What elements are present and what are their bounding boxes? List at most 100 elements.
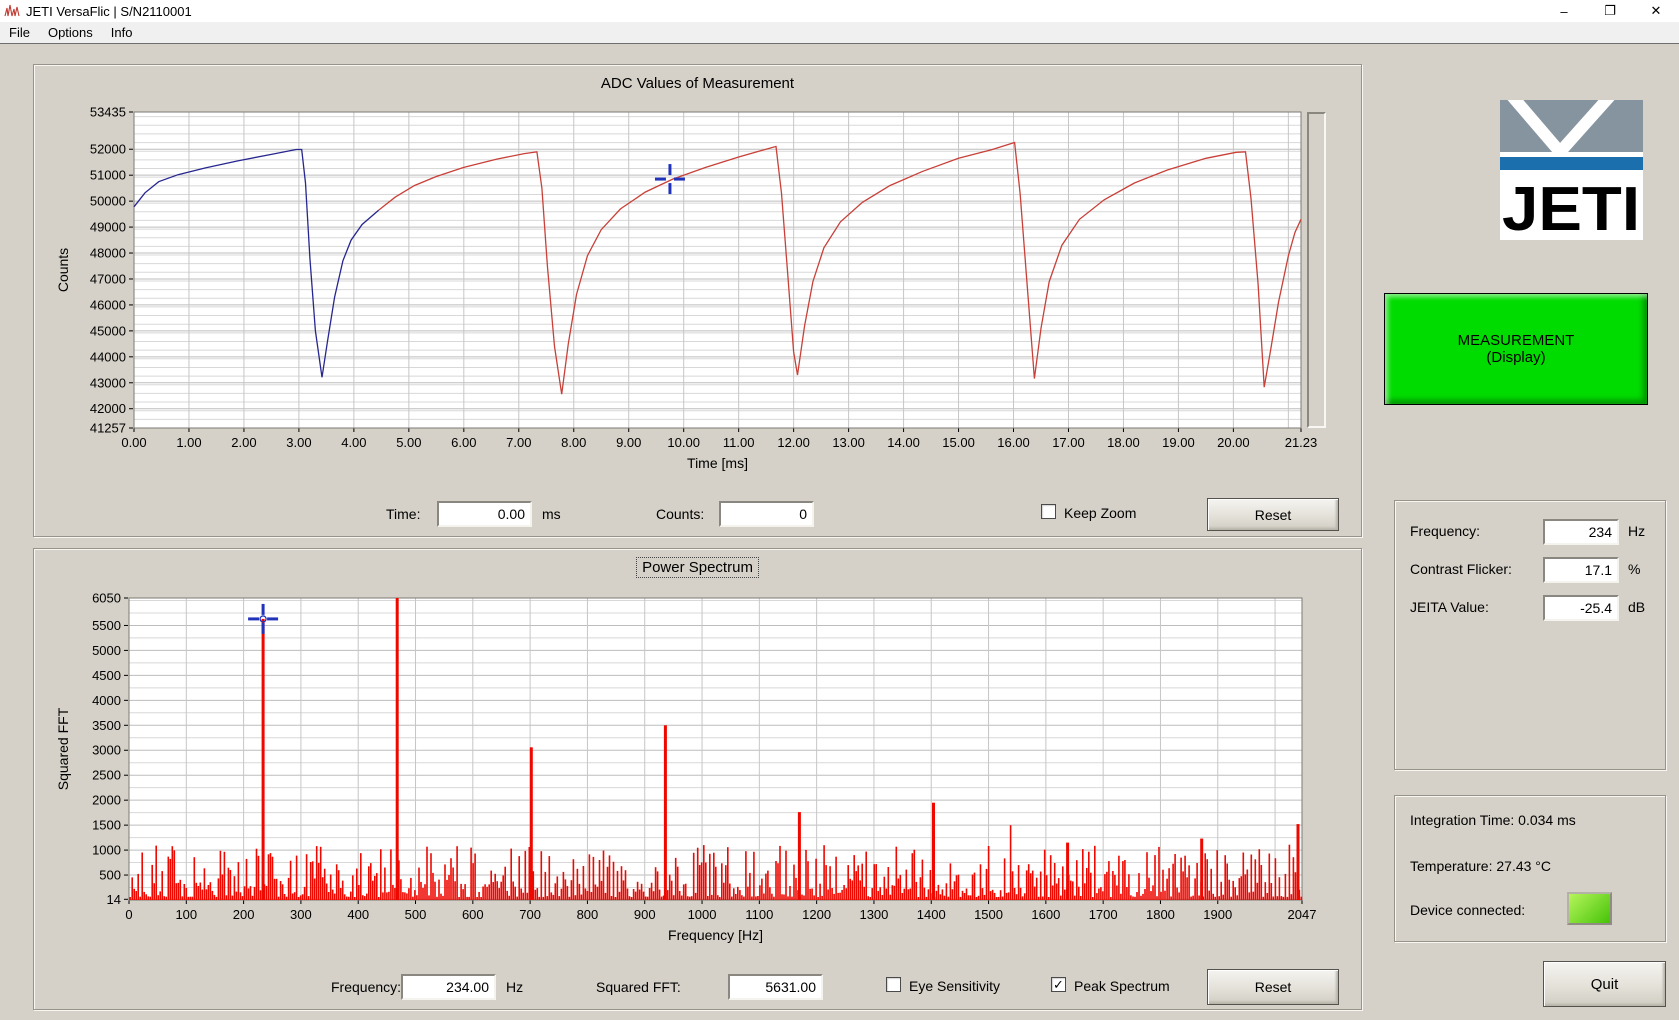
adc-chart-title: ADC Values of Measurement: [34, 75, 1361, 92]
spectrum-chart-title: Power Spectrum: [34, 557, 1361, 578]
counts-input[interactable]: [719, 501, 814, 527]
svg-text:1400: 1400: [917, 907, 946, 922]
svg-text:2000: 2000: [92, 793, 121, 808]
result-row-jeita: JEITA Value: dB: [1395, 595, 1665, 622]
svg-text:14.00: 14.00: [887, 435, 920, 450]
svg-text:2.00: 2.00: [231, 435, 256, 450]
restore-button[interactable]: ❐: [1587, 0, 1633, 22]
svg-text:3.00: 3.00: [286, 435, 311, 450]
menu-item-options[interactable]: Options: [39, 23, 102, 42]
app-window: JETI VersaFlic | S/N2110001 – ❐ ✕ File O…: [0, 0, 1679, 1020]
menubar: File Options Info: [0, 22, 1679, 44]
peak-spectrum-checkbox[interactable]: ✓: [1051, 977, 1066, 992]
result-contrast-input[interactable]: [1543, 557, 1619, 583]
svg-text:9.00: 9.00: [616, 435, 641, 450]
svg-text:16.00: 16.00: [997, 435, 1030, 450]
svg-text:8.00: 8.00: [561, 435, 586, 450]
result-row-contrast: Contrast Flicker: %: [1395, 557, 1665, 584]
svg-text:50000: 50000: [90, 194, 126, 209]
spectrum-graph[interactable]: 6050550050004500400035003000250020001500…: [53, 587, 1331, 949]
svg-text:3000: 3000: [92, 743, 121, 758]
svg-text:300: 300: [290, 907, 312, 922]
app-icon: [4, 4, 20, 18]
svg-text:44000: 44000: [90, 349, 126, 364]
eye-sensitivity-label: Eye Sensitivity: [909, 978, 1000, 994]
frequency-input[interactable]: [401, 974, 496, 1000]
svg-text:4000: 4000: [92, 693, 121, 708]
close-button[interactable]: ✕: [1633, 0, 1679, 22]
jeti-logo-text: JETI: [1502, 175, 1640, 240]
svg-text:2500: 2500: [92, 768, 121, 783]
svg-text:1900: 1900: [1203, 907, 1232, 922]
eye-sensitivity-checkbox[interactable]: [886, 977, 901, 992]
svg-text:1200: 1200: [802, 907, 831, 922]
menu-item-file[interactable]: File: [0, 23, 39, 42]
svg-text:15.00: 15.00: [942, 435, 975, 450]
svg-text:7.00: 7.00: [506, 435, 531, 450]
svg-text:47000: 47000: [90, 271, 126, 286]
svg-text:42000: 42000: [90, 401, 126, 416]
svg-text:53435: 53435: [90, 105, 126, 120]
svg-text:10.00: 10.00: [667, 435, 700, 450]
minimize-button[interactable]: –: [1541, 0, 1587, 22]
jeti-logo: JETI: [1500, 100, 1643, 245]
svg-text:1700: 1700: [1089, 907, 1118, 922]
measurement-button-line2: (Display): [1486, 349, 1545, 366]
window-title: JETI VersaFlic | S/N2110001: [26, 4, 1541, 19]
spectrum-chart-title-text: Power Spectrum: [636, 557, 759, 578]
svg-text:Counts: Counts: [55, 248, 71, 292]
svg-text:20.00: 20.00: [1217, 435, 1250, 450]
result-frequency-label: Frequency:: [1410, 523, 1480, 539]
result-jeita-input[interactable]: [1543, 595, 1619, 621]
counts-label: Counts:: [656, 506, 704, 522]
svg-text:6050: 6050: [92, 591, 121, 606]
adc-panel: ADC Values of Measurement 53435520005100…: [33, 64, 1362, 537]
menu-item-info[interactable]: Info: [102, 23, 142, 42]
result-row-frequency: Frequency: Hz: [1395, 519, 1665, 546]
svg-text:5500: 5500: [92, 618, 121, 633]
time-input[interactable]: [437, 501, 532, 527]
adc-reset-button[interactable]: Reset: [1207, 498, 1339, 531]
result-contrast-label: Contrast Flicker:: [1410, 561, 1512, 577]
svg-text:400: 400: [347, 907, 369, 922]
svg-text:4500: 4500: [92, 668, 121, 683]
svg-text:800: 800: [577, 907, 599, 922]
squared-fft-label: Squared FFT:: [596, 979, 681, 995]
time-unit: ms: [542, 506, 561, 522]
svg-text:500: 500: [99, 868, 121, 883]
device-connected-label: Device connected:: [1410, 902, 1525, 918]
result-jeita-unit: dB: [1628, 599, 1645, 615]
svg-text:Time [ms]: Time [ms]: [687, 455, 748, 471]
svg-text:1000: 1000: [92, 843, 121, 858]
squared-fft-input[interactable]: [728, 974, 823, 1000]
svg-text:1500: 1500: [974, 907, 1003, 922]
result-contrast-unit: %: [1628, 561, 1640, 577]
svg-text:1500: 1500: [92, 818, 121, 833]
results-groupbox: Frequency: Hz Contrast Flicker: % JEITA …: [1394, 500, 1666, 770]
svg-text:600: 600: [462, 907, 484, 922]
keep-zoom-checkbox[interactable]: [1041, 504, 1056, 519]
device-connected-led: [1567, 892, 1612, 925]
svg-text:43000: 43000: [90, 375, 126, 390]
svg-text:900: 900: [634, 907, 656, 922]
svg-text:18.00: 18.00: [1107, 435, 1140, 450]
measurement-display-button[interactable]: MEASUREMENT (Display): [1384, 293, 1648, 405]
svg-text:14: 14: [107, 892, 121, 907]
spectrum-reset-button[interactable]: Reset: [1207, 969, 1339, 1005]
svg-text:41257: 41257: [90, 421, 126, 436]
result-frequency-unit: Hz: [1628, 523, 1645, 539]
svg-text:1600: 1600: [1031, 907, 1060, 922]
svg-text:11.00: 11.00: [723, 435, 755, 450]
svg-text:4.00: 4.00: [341, 435, 366, 450]
result-frequency-input[interactable]: [1543, 519, 1619, 545]
svg-text:Squared FFT: Squared FFT: [55, 707, 71, 790]
adc-graph[interactable]: 5343552000510005000049000480004700046000…: [53, 101, 1331, 481]
svg-text:Frequency [Hz]: Frequency [Hz]: [668, 927, 763, 943]
svg-text:45000: 45000: [90, 323, 126, 338]
svg-text:1800: 1800: [1146, 907, 1175, 922]
frequency-label: Frequency:: [331, 979, 401, 995]
quit-button[interactable]: Quit: [1543, 961, 1666, 1007]
window-titlebar: JETI VersaFlic | S/N2110001 – ❐ ✕: [0, 0, 1679, 22]
keep-zoom-label: Keep Zoom: [1064, 505, 1136, 521]
spectrum-panel: Power Spectrum 6050550050004500400035003…: [33, 548, 1362, 1010]
